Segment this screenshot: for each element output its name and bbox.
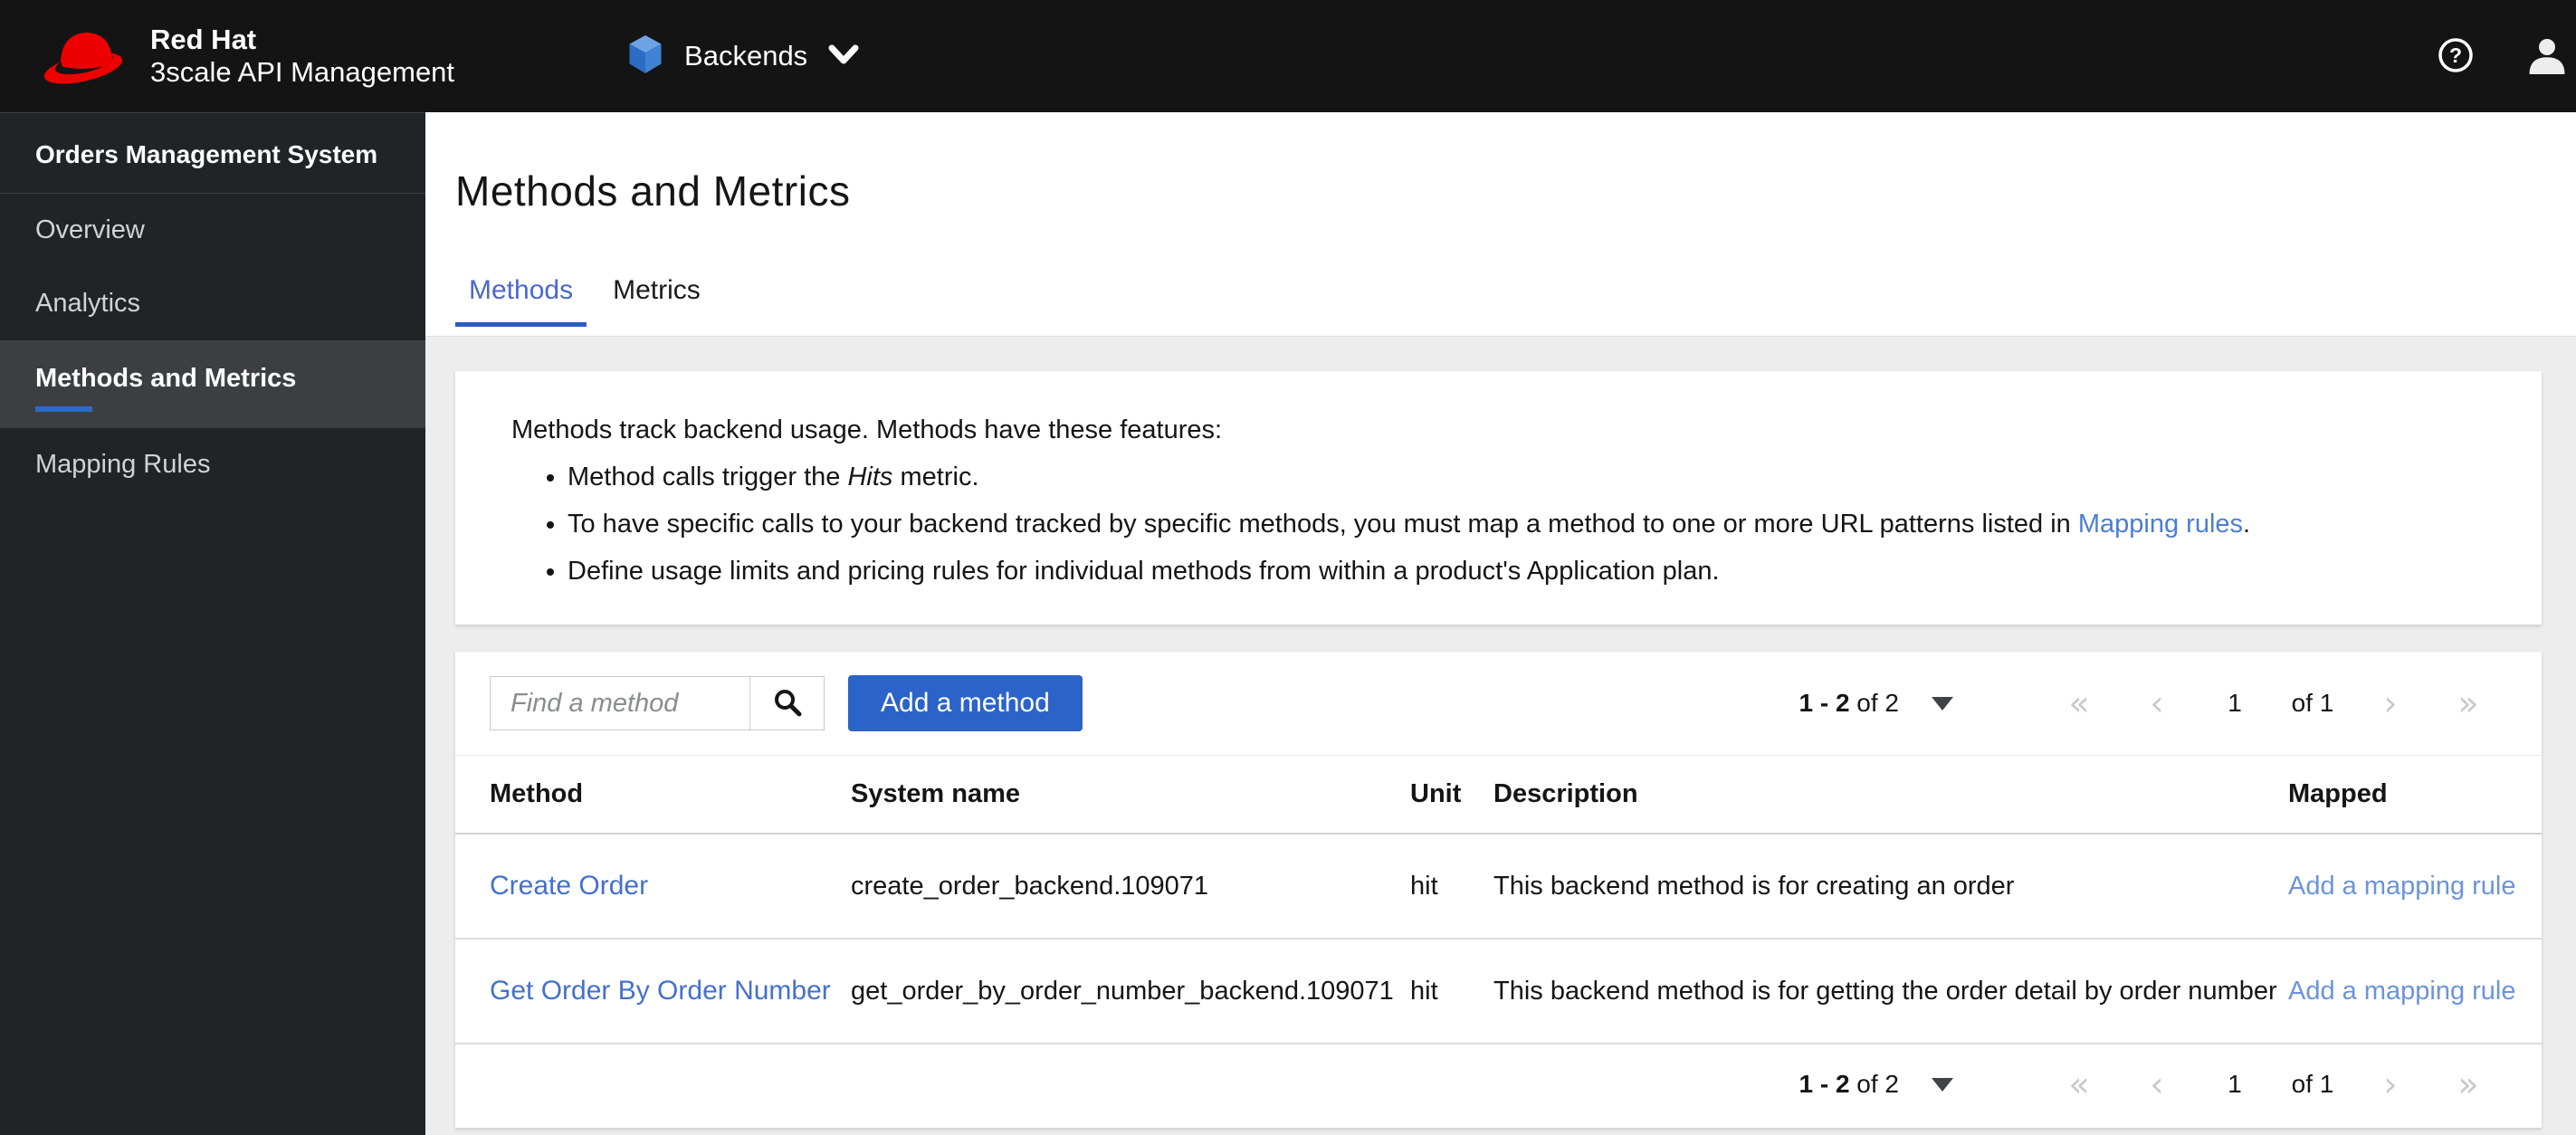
previous-page-icon[interactable]: ‹	[2118, 683, 2196, 723]
total-pages: of 1	[2291, 689, 2334, 717]
methods-table-card: Add a method 1 - 2 of 2 « ‹ 1 of 1 › »	[455, 652, 2542, 1128]
unit-cell: hit	[1410, 939, 1493, 1044]
next-page-icon[interactable]: ›	[2352, 1064, 2429, 1104]
sidebar-item-label: Methods and Metrics	[35, 364, 297, 393]
sidebar-group-title: Orders Management System	[0, 113, 425, 194]
bullet1-text-end: metric.	[892, 463, 979, 491]
page-header: Methods and Metrics Methods Metrics	[425, 112, 2576, 337]
pagination-nav: « ‹ 1 of 1 › »	[2040, 1064, 2507, 1104]
description-cell: This backend method is for creating an o…	[1493, 834, 2288, 939]
caret-down-icon[interactable]	[1932, 696, 1953, 711]
current-page: 1	[2228, 1070, 2242, 1098]
context-selector[interactable]: Backends	[626, 33, 860, 80]
sidebar-item-mapping-rules[interactable]: Mapping Rules	[0, 428, 425, 501]
context-selector-label: Backends	[684, 40, 808, 72]
sidebar: Orders Management System Overview Analyt…	[0, 112, 425, 1135]
search-button[interactable]	[749, 677, 824, 730]
search-icon	[772, 687, 803, 720]
active-indicator-bar	[35, 406, 92, 412]
help-button[interactable]: ?	[2437, 36, 2475, 77]
unit-cell: hit	[1410, 834, 1493, 939]
brand-line1: Red Hat	[150, 24, 257, 55]
sidebar-item-overview[interactable]: Overview	[0, 194, 425, 267]
method-link[interactable]: Get Order By Order Number	[490, 976, 831, 1006]
search-group	[490, 676, 825, 730]
system-name-cell: get_order_by_order_number_backend.109071	[851, 939, 1410, 1044]
red-hat-logo-icon	[40, 23, 127, 91]
pagination-range-bold: 1 - 2	[1798, 1070, 1850, 1098]
brand-text: Red Hat 3scale API Management	[150, 24, 454, 89]
first-page-icon[interactable]: «	[2040, 1064, 2118, 1104]
info-intro: Methods track backend usage. Methods hav…	[511, 415, 1223, 444]
add-method-button[interactable]: Add a method	[848, 675, 1083, 731]
next-page-icon[interactable]: ›	[2352, 683, 2429, 723]
table-footer: 1 - 2 of 2 « ‹ 1 of 1 › »	[455, 1044, 2542, 1128]
help-icon: ?	[2437, 36, 2475, 77]
sidebar-item-label: Mapping Rules	[35, 450, 211, 479]
content-area: Methods track backend usage. Methods hav…	[425, 337, 2576, 1128]
cube-icon	[626, 33, 664, 80]
pagination-range-rest: of 2	[1856, 1070, 1899, 1098]
mapping-rules-link[interactable]: Mapping rules	[2078, 510, 2243, 539]
first-page-icon[interactable]: «	[2040, 683, 2118, 723]
method-link[interactable]: Create Order	[490, 871, 648, 901]
pagination-bottom: 1 - 2 of 2 « ‹ 1 of 1 › »	[1798, 1064, 2507, 1104]
caret-down-icon[interactable]	[1932, 1077, 1953, 1092]
sidebar-item-methods-and-metrics[interactable]: Methods and Metrics	[0, 340, 425, 428]
column-header-mapped: Mapped	[2288, 755, 2542, 835]
table-row: Get Order By Order Number get_order_by_o…	[455, 939, 2542, 1044]
table-toolbar: Add a method 1 - 2 of 2 « ‹ 1 of 1 › »	[455, 652, 2542, 755]
total-pages: of 1	[2291, 1070, 2334, 1098]
system-name-cell: create_order_backend.109071	[851, 834, 1410, 939]
current-page: 1	[2228, 689, 2242, 717]
sidebar-item-label: Overview	[35, 215, 145, 244]
info-bullet-3: Define usage limits and pricing rules fo…	[568, 552, 2485, 590]
column-header-description: Description	[1493, 755, 2288, 835]
pagination-range-bold: 1 - 2	[1798, 689, 1850, 717]
bullet1-emphasis: Hits	[847, 463, 893, 491]
methods-info-card: Methods track backend usage. Methods hav…	[455, 371, 2542, 625]
bullet2-text: To have specific calls to your backend t…	[568, 510, 2078, 539]
column-header-system-name: System name	[851, 755, 1410, 835]
pagination-range-rest: of 2	[1856, 689, 1899, 717]
bullet2-text-end: .	[2243, 510, 2251, 539]
svg-text:?: ?	[2449, 43, 2462, 67]
sidebar-item-analytics[interactable]: Analytics	[0, 267, 425, 340]
bullet3-text: Define usage limits and pricing rules fo…	[568, 557, 1720, 586]
search-input[interactable]	[491, 677, 749, 730]
brand[interactable]: Red Hat 3scale API Management	[0, 23, 454, 91]
pagination-range: 1 - 2 of 2	[1798, 1070, 1899, 1099]
pagination-nav: « ‹ 1 of 1 › »	[2040, 683, 2507, 723]
tab-methods[interactable]: Methods	[455, 275, 587, 327]
user-menu-button[interactable]	[2525, 34, 2569, 79]
tabs: Methods Metrics	[455, 275, 2576, 327]
tab-metrics[interactable]: Metrics	[599, 275, 714, 327]
main-content: Methods and Metrics Methods Metrics Meth…	[425, 112, 2576, 1135]
info-bullet-list: Method calls trigger the Hits metric. To…	[517, 458, 2485, 590]
table-header-row: Method System name Unit Description Mapp…	[455, 755, 2542, 835]
page-title: Methods and Metrics	[455, 167, 851, 215]
previous-page-icon[interactable]: ‹	[2118, 1064, 2196, 1104]
methods-table: Method System name Unit Description Mapp…	[455, 755, 2542, 1044]
pagination-range: 1 - 2 of 2	[1798, 689, 1899, 718]
column-header-method: Method	[455, 755, 851, 835]
masthead: Red Hat 3scale API Management Backends ?	[0, 0, 2576, 112]
pagination-top: 1 - 2 of 2 « ‹ 1 of 1 › »	[1798, 683, 2507, 723]
table-row: Create Order create_order_backend.109071…	[455, 834, 2542, 939]
column-header-unit: Unit	[1410, 755, 1493, 835]
last-page-icon[interactable]: »	[2429, 1064, 2507, 1104]
info-bullet-2: To have specific calls to your backend t…	[568, 505, 2485, 543]
add-mapping-rule-link[interactable]: Add a mapping rule	[2288, 977, 2516, 1006]
description-cell: This backend method is for getting the o…	[1493, 939, 2288, 1044]
add-mapping-rule-link[interactable]: Add a mapping rule	[2288, 872, 2516, 901]
bullet1-text: Method calls trigger the	[568, 463, 848, 491]
user-icon	[2525, 34, 2569, 79]
chevron-down-icon	[827, 43, 860, 70]
sidebar-item-label: Analytics	[35, 289, 141, 318]
info-bullet-1: Method calls trigger the Hits metric.	[568, 458, 2485, 496]
last-page-icon[interactable]: »	[2429, 683, 2507, 723]
brand-line2: 3scale API Management	[150, 56, 455, 88]
